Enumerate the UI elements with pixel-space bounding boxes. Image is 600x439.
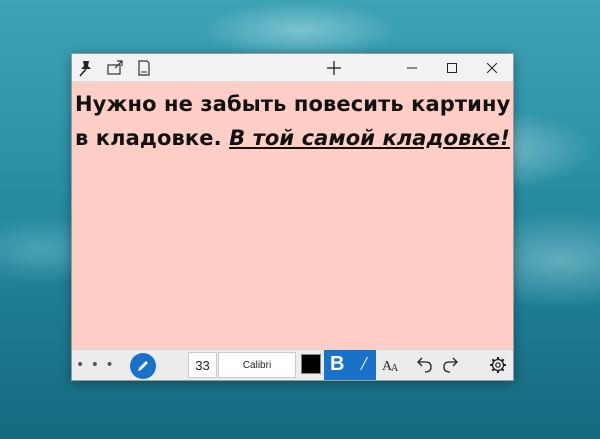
more-dots-icon[interactable]: • • • xyxy=(76,357,115,373)
undo-icon[interactable] xyxy=(415,355,435,375)
pen-button[interactable] xyxy=(130,353,156,379)
pen-icon xyxy=(138,361,148,371)
pin-icon[interactable] xyxy=(76,58,96,78)
note-content[interactable]: Нужно не забыть повесить картину в кладо… xyxy=(75,87,511,155)
font-name-field[interactable]: Calibri xyxy=(218,352,296,378)
redo-icon[interactable] xyxy=(440,355,460,375)
maximize-icon[interactable] xyxy=(432,54,472,81)
formatting-toolbar: • • • 33 Calibri B / AA xyxy=(72,349,513,380)
plus-icon[interactable] xyxy=(324,58,344,78)
italic-button[interactable]: / xyxy=(361,353,367,376)
font-size-field[interactable]: 33 xyxy=(188,352,217,378)
title-bar[interactable] xyxy=(72,54,513,82)
note-icon[interactable] xyxy=(134,58,154,78)
bold-button[interactable]: B xyxy=(330,353,344,376)
note-line-2: в кладовке. xyxy=(75,126,230,150)
share-icon[interactable] xyxy=(105,58,125,78)
sticky-note-window: Нужно не забыть повесить картину в кладо… xyxy=(71,53,514,381)
note-line-1: Нужно не забыть повесить картину xyxy=(75,92,511,116)
close-icon[interactable] xyxy=(472,54,512,81)
text-color-swatch[interactable] xyxy=(301,354,321,374)
minimize-icon[interactable] xyxy=(392,54,432,81)
text-size-icon[interactable]: AA xyxy=(381,355,401,375)
settings-icon[interactable] xyxy=(488,355,508,375)
bold-italic-group: B / xyxy=(324,350,376,380)
svg-text:A: A xyxy=(391,363,399,373)
note-emphasis-text: В той самой кладовке! xyxy=(229,126,510,150)
